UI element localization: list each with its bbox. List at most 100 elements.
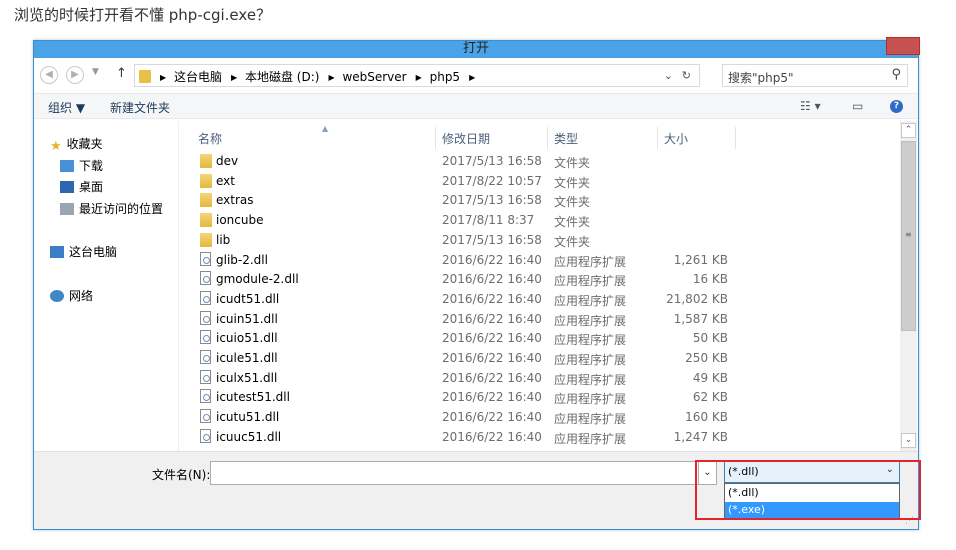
- search-input[interactable]: 搜索"php5" ⚲: [722, 64, 908, 87]
- folder-icon: [200, 173, 212, 188]
- file-type: 应用程序扩展: [554, 412, 627, 427]
- breadcrumb: ▶ 这台电脑 ▶ 本地磁盘 (D:) ▶ webServer ▶ php5 ▶: [139, 68, 479, 85]
- file-name: iculx51.dll: [216, 370, 278, 385]
- file-name: icule51.dll: [216, 351, 278, 365]
- star-icon: ★: [50, 139, 62, 154]
- nav-desktop[interactable]: 桌面: [60, 178, 103, 195]
- file-row[interactable]: ext 2017/8/22 10:57 文件夹: [180, 171, 900, 191]
- title-bar[interactable]: 打开: [34, 37, 920, 58]
- close-button[interactable]: [886, 37, 920, 55]
- dll-file-icon: [200, 389, 211, 404]
- breadcrumb-item[interactable]: php5: [430, 70, 460, 84]
- address-bar: ◀ ▶ ▼ ↑ ▶ 这台电脑 ▶ 本地磁盘 (D:) ▶ webServer ▶ ph…: [38, 63, 908, 88]
- chevron-right-icon[interactable]: ▶: [469, 73, 475, 82]
- file-date: 2016/6/22 16:40: [442, 252, 542, 267]
- file-row[interactable]: icudt51.dll 2016/6/22 16:40 应用程序扩展 21,802 K…: [180, 289, 900, 309]
- folder-icon: [200, 154, 212, 168]
- nav-network[interactable]: 网络: [50, 287, 93, 304]
- nav-label: 最近访问的位置: [79, 202, 164, 216]
- column-header-size[interactable]: 大小: [658, 127, 736, 149]
- folder-icon: [200, 193, 212, 208]
- dll-file-icon: [200, 310, 211, 325]
- file-type: 应用程序扩展: [554, 431, 627, 446]
- file-type: 应用程序扩展: [554, 293, 627, 308]
- nav-label: 下载: [79, 159, 104, 173]
- file-date: 2017/8/11 8:37: [442, 213, 535, 228]
- file-type: 文件夹: [554, 195, 591, 210]
- file-type: 应用程序扩展: [554, 392, 627, 407]
- file-type: 应用程序扩展: [554, 254, 627, 269]
- file-date: 2016/6/22 16:40: [442, 311, 542, 326]
- scroll-up-icon[interactable]: ⌃: [901, 123, 916, 138]
- back-icon[interactable]: ◀: [40, 66, 58, 84]
- nav-recent[interactable]: 最近访问的位置: [60, 200, 163, 217]
- breadcrumb-item[interactable]: 这台电脑: [174, 70, 222, 84]
- file-row[interactable]: icuuc51.dll 2016/6/22 16:40 应用程序扩展 1,247 KB: [180, 427, 900, 447]
- recent-locations-icon[interactable]: ▼: [92, 67, 99, 77]
- help-icon[interactable]: ?: [890, 100, 903, 113]
- preview-pane-icon[interactable]: ▭: [852, 99, 863, 113]
- organize-button[interactable]: 组织 ▼: [48, 99, 85, 116]
- nav-favorites[interactable]: ★ 收藏夹: [50, 135, 103, 154]
- file-size: 50 KB: [692, 331, 728, 346]
- nav-this-pc[interactable]: 这台电脑: [50, 243, 117, 260]
- folder-icon: [139, 70, 151, 83]
- chevron-right-icon[interactable]: ▶: [328, 73, 334, 82]
- column-label: 大小: [664, 132, 689, 146]
- file-type: 文件夹: [554, 234, 591, 249]
- dll-file-icon: [200, 409, 211, 424]
- nav-downloads[interactable]: 下载: [60, 157, 103, 174]
- dll-file-icon: [200, 290, 211, 305]
- file-row[interactable]: icutu51.dll 2016/6/22 16:40 应用程序扩展 160 KB: [180, 407, 900, 427]
- file-type: 文件夹: [554, 156, 591, 170]
- breadcrumb-item[interactable]: webServer: [342, 70, 406, 84]
- dll-file-icon: [200, 369, 211, 384]
- open-file-dialog: 打开 ◀ ▶ ▼ ↑ ▶ 这台电脑 ▶ 本地磁盘 (D:) ▶ webServer ▶…: [33, 37, 920, 530]
- nav-label: 这台电脑: [69, 245, 118, 259]
- breadcrumb-item[interactable]: 本地磁盘 (D:): [245, 70, 319, 84]
- file-size: 250 KB: [685, 351, 728, 365]
- refresh-icon[interactable]: ↻: [682, 69, 691, 82]
- up-arrow-icon[interactable]: ↑: [116, 66, 127, 81]
- new-folder-button[interactable]: 新建文件夹: [110, 99, 170, 116]
- file-size: 49 KB: [692, 370, 728, 385]
- annotation-highlight-box: [695, 460, 921, 520]
- file-row[interactable]: glib-2.dll 2016/6/22 16:40 应用程序扩展 1,261 KB: [180, 250, 900, 270]
- question-text: 浏览的时候打开看不懂 php-cgi.exe？: [14, 6, 272, 24]
- column-label: 名称: [198, 132, 223, 146]
- column-header-type[interactable]: 类型: [548, 127, 658, 149]
- grip-icon: ≡: [905, 230, 912, 239]
- file-type: 应用程序扩展: [554, 313, 627, 328]
- file-row[interactable]: lib 2017/5/13 16:58 文件夹: [180, 230, 900, 250]
- search-icon[interactable]: ⚲: [891, 67, 901, 82]
- file-row[interactable]: icule51.dll 2016/6/22 16:40 应用程序扩展 250 KB: [180, 348, 900, 368]
- file-row[interactable]: icuin51.dll 2016/6/22 16:40 应用程序扩展 1,587 KB: [180, 309, 900, 329]
- scrollbar-thumb[interactable]: ≡: [901, 141, 916, 331]
- file-row[interactable]: dev 2017/5/13 16:58 文件夹: [180, 151, 900, 171]
- file-row[interactable]: ioncube 2017/8/11 8:37 文件夹: [180, 210, 900, 230]
- view-options-icon[interactable]: ☷ ▾: [800, 99, 821, 113]
- chevron-right-icon[interactable]: ▶: [231, 73, 237, 82]
- chevron-down-icon[interactable]: ⌄: [664, 69, 673, 82]
- file-row[interactable]: icutest51.dll 2016/6/22 16:40 应用程序扩展 62 KB: [180, 387, 900, 407]
- file-size: 21,802 KB: [666, 291, 728, 306]
- file-row[interactable]: gmodule-2.dll 2016/6/22 16:40 应用程序扩展 16 KB: [180, 269, 900, 289]
- filename-input[interactable]: [210, 461, 699, 485]
- forward-icon[interactable]: ▶: [66, 66, 84, 84]
- column-header-name[interactable]: 名称 ▲: [192, 124, 436, 149]
- vertical-scrollbar[interactable]: ⌃ ≡ ⌄: [900, 121, 917, 451]
- chevron-right-icon[interactable]: ▶: [416, 73, 422, 82]
- column-header-date[interactable]: 修改日期: [436, 127, 548, 149]
- chevron-right-icon[interactable]: ▶: [160, 73, 166, 82]
- file-name: icuin51.dll: [216, 311, 278, 326]
- search-placeholder: 搜索"php5": [728, 71, 794, 85]
- file-name: ioncube: [216, 213, 264, 228]
- file-row[interactable]: icuio51.dll 2016/6/22 16:40 应用程序扩展 50 KB: [180, 328, 900, 348]
- file-type: 文件夹: [554, 175, 591, 190]
- file-row[interactable]: iculx51.dll 2016/6/22 16:40 应用程序扩展 49 KB: [180, 368, 900, 388]
- scroll-down-icon[interactable]: ⌄: [901, 433, 916, 448]
- path-box[interactable]: ▶ 这台电脑 ▶ 本地磁盘 (D:) ▶ webServer ▶ php5 ▶ ⌄ ↻: [134, 64, 700, 87]
- file-row[interactable]: extras 2017/5/13 16:58 文件夹: [180, 190, 900, 210]
- dialog-title: 打开: [462, 41, 489, 56]
- file-name: icuuc51.dll: [216, 429, 282, 444]
